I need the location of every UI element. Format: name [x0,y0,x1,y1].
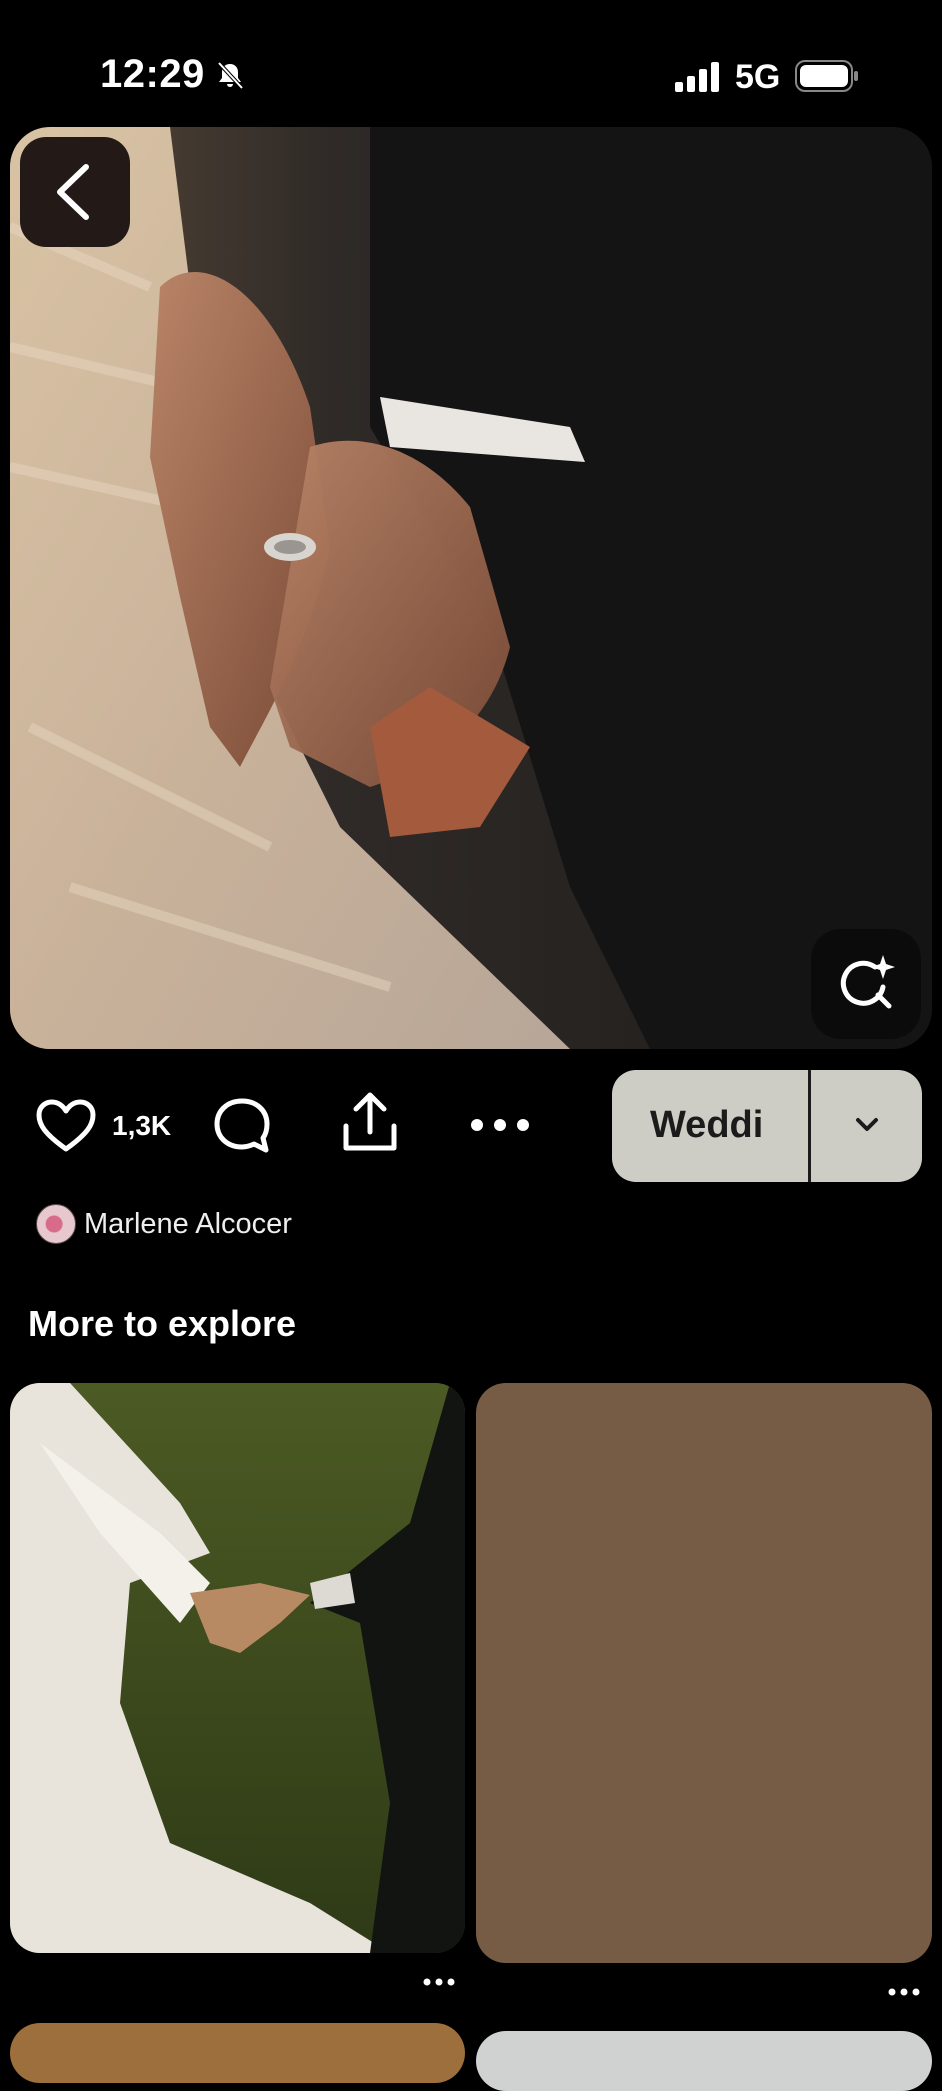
board-name: Weddi [650,1104,764,1146]
battery-icon [795,60,858,92]
heart-icon[interactable] [35,1098,97,1154]
signal-icon [675,62,719,92]
pin-photo [10,1383,465,1953]
explore-pin[interactable] [476,2031,932,2091]
bell-slash-icon [217,61,244,90]
chevron-left-icon [57,164,89,220]
explore-pin[interactable] [10,1383,465,1953]
more-icon[interactable] [888,1988,920,1996]
visual-search-button[interactable] [811,929,921,1039]
board-button-divider [808,1070,811,1182]
pin-image[interactable] [10,127,932,1049]
avatar[interactable] [36,1204,76,1244]
explore-pin-placeholder[interactable] [476,1383,932,1963]
author-name[interactable]: Marlene Alcocer [84,1208,292,1241]
pin-actions: 1,3K Weddi [0,1060,942,1190]
more-icon[interactable] [423,1978,455,1986]
visual-search-icon [840,955,895,1009]
back-button[interactable] [20,137,130,247]
explore-pin[interactable] [10,2023,465,2083]
pin-photo [10,127,932,1049]
chevron-down-icon[interactable] [850,1110,884,1140]
status-bar: 12:29 5G [0,0,942,120]
more-icon[interactable] [470,1118,530,1132]
share-icon[interactable] [340,1090,400,1154]
save-to-board-button[interactable]: Weddi [612,1070,922,1182]
status-time: 12:29 [100,52,205,96]
section-title: More to explore [28,1303,297,1344]
like-count: 1,3K [112,1110,172,1141]
comment-icon[interactable] [212,1096,272,1156]
network-type: 5G [735,58,781,96]
